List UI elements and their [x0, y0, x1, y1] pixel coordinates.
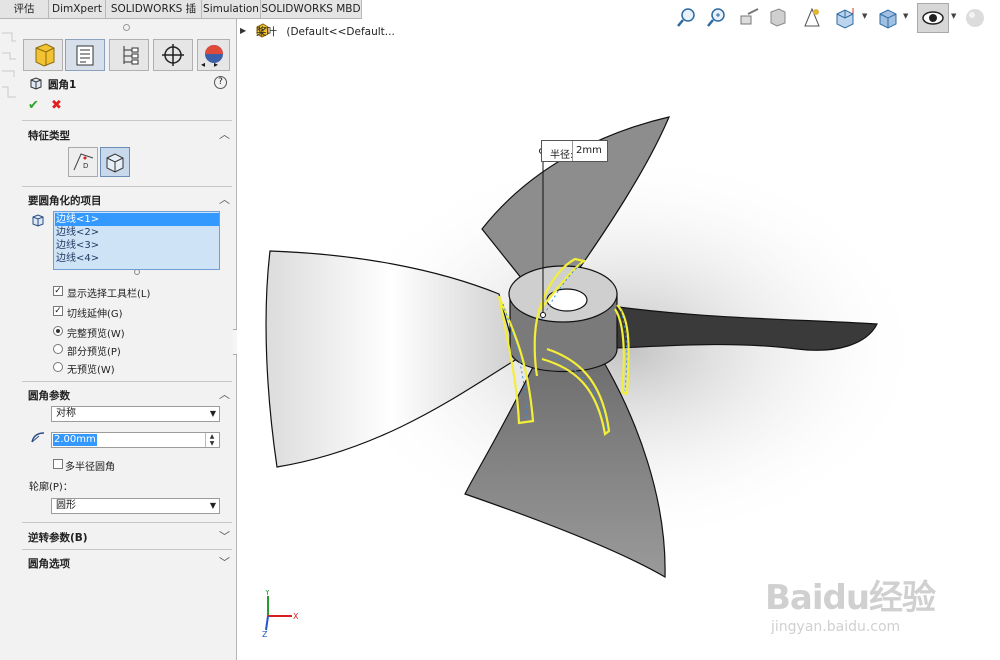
tab-dimxpert[interactable]: DimXpert	[49, 0, 106, 18]
fillet-feature-icon	[30, 77, 42, 90]
profile-value: 圆形	[56, 500, 76, 511]
crosshair-icon	[162, 44, 184, 66]
fillet-xpert-type-button[interactable]	[100, 147, 130, 177]
partial-preview-radio[interactable]	[53, 344, 63, 354]
property-list-icon	[76, 45, 94, 66]
collapse-chevron-icon[interactable]: ︿	[219, 386, 230, 402]
panel-resize-handle[interactable]	[123, 24, 130, 31]
cancel-button[interactable]: ✖	[51, 98, 62, 113]
fillet-xpert-icon	[106, 153, 124, 173]
watermark-main: Baidu经验	[765, 578, 936, 618]
leader-anchor	[540, 312, 546, 318]
edge-selection-icon	[32, 214, 44, 227]
radius-callout-label: 半径:	[550, 150, 574, 161]
divider	[22, 120, 232, 121]
triad-x-label: X	[293, 612, 299, 621]
scroll-right-icon[interactable]: ▸	[214, 60, 218, 69]
dropdown-arrow-icon: ▼	[209, 409, 216, 418]
divider	[22, 381, 232, 382]
section-feature-type: 特征类型	[28, 130, 70, 142]
tab-solidworks-mbd[interactable]: SOLIDWORKS MBD	[261, 0, 362, 18]
section-reverse-parameters[interactable]: 逆转参数(B)	[28, 530, 88, 545]
expand-chevron-icon[interactable]: ﹀	[219, 554, 230, 570]
divider	[22, 549, 232, 550]
show-selection-toolbar-label: 显示选择工具栏(L)	[67, 289, 151, 300]
full-preview-label: 完整预览(W)	[67, 329, 125, 340]
section-fillet-options[interactable]: 圆角选项	[28, 556, 70, 571]
configuration-tree-icon	[123, 46, 139, 65]
ok-button[interactable]: ✔	[28, 98, 39, 113]
propeller-model[interactable]	[237, 19, 1000, 660]
reference-triad: Y X Z	[262, 590, 299, 639]
dropdown-arrow-icon: ▼	[209, 501, 216, 510]
collapse-chevron-icon[interactable]: ︿	[219, 191, 230, 207]
no-preview-label: 无预览(W)	[67, 365, 115, 376]
list-item[interactable]: 边线<3>	[56, 239, 99, 252]
manual-fillet-icon: D	[73, 153, 94, 171]
feature-title: 圆角1	[48, 79, 77, 91]
multi-radius-label: 多半径圆角	[65, 462, 115, 473]
radius-input[interactable]: 2.00mm ▲ ▼	[51, 432, 220, 448]
tangent-propagation-checkbox[interactable]: ✓	[53, 306, 63, 316]
divider	[22, 186, 232, 187]
full-preview-radio[interactable]	[53, 326, 63, 336]
profile-dropdown[interactable]: 圆形 ▼	[51, 498, 220, 514]
tangent-propagation-label: 切线延伸(G)	[67, 309, 123, 320]
part-icon	[35, 43, 55, 67]
divider	[22, 522, 232, 523]
tab-solidworks-addins[interactable]: SOLIDWORKS 插件	[106, 0, 202, 33]
edge-selection-list[interactable]: 边线<1> 边线<2> 边线<3> 边线<4>	[53, 211, 220, 270]
tab-property-manager[interactable]	[65, 39, 105, 71]
radius-spinner[interactable]: ▲ ▼	[205, 433, 218, 447]
section-items-to-fillet: 要圆角化的项目	[28, 195, 102, 207]
partial-preview-label: 部分预览(P)	[67, 347, 121, 358]
list-item[interactable]: 边线<2>	[56, 226, 99, 239]
radius-icon	[31, 432, 45, 443]
tab-feature-manager[interactable]	[23, 39, 63, 71]
watermark-sub: jingyan.baidu.com	[771, 619, 901, 635]
multi-radius-checkbox[interactable]	[53, 459, 63, 469]
panel-splitter[interactable]	[211, 329, 238, 355]
radius-value: 2.00mm	[53, 434, 97, 446]
section-fillet-parameters: 圆角参数	[28, 390, 70, 402]
tab-display-manager[interactable]: ◂ ▸	[197, 39, 230, 71]
collapse-chevron-icon[interactable]: ︿	[219, 126, 230, 142]
radius-callout[interactable]: 半径: 2mm	[541, 140, 608, 162]
feature-tree-flyout-strip	[2, 32, 16, 98]
tab-evaluate[interactable]: 评估	[0, 0, 49, 18]
list-item[interactable]: 边线<1>	[55, 213, 219, 226]
no-preview-radio[interactable]	[53, 362, 63, 372]
expand-chevron-icon[interactable]: ﹀	[219, 528, 230, 544]
triad-z-label: Z	[262, 630, 268, 639]
list-item[interactable]: 边线<4>	[56, 252, 99, 265]
tab-simulation[interactable]: Simulation	[202, 0, 261, 18]
profile-label: 轮廓(P)：	[29, 482, 73, 493]
svg-text:D: D	[83, 162, 88, 170]
scroll-left-icon[interactable]: ◂	[201, 60, 205, 69]
triad-y-label: Y	[264, 590, 270, 597]
fillet-method-value: 对称	[56, 408, 76, 419]
baidu-watermark: Baidu经验 jingyan.baidu.com	[765, 570, 936, 635]
manual-fillet-type-button[interactable]: D	[68, 147, 98, 177]
command-manager-tabs: 评估 DimXpert SOLIDWORKS 插件 Simulation SOL…	[0, 0, 362, 33]
tab-dimxpert-manager[interactable]	[153, 39, 193, 71]
fillet-method-dropdown[interactable]: 对称 ▼	[51, 406, 220, 422]
tab-configuration-manager[interactable]	[109, 39, 149, 71]
show-selection-toolbar-checkbox[interactable]: ✓	[53, 286, 63, 296]
radius-callout-value[interactable]: 2mm	[572, 141, 608, 161]
help-icon[interactable]: ?	[214, 76, 227, 89]
property-manager-panel: ◂ ▸ 圆角1 ? ✔ ✖ 特征类型 ︿ D 要圆角化的项目 ︿ ✓ 显示选择工…	[0, 19, 238, 660]
